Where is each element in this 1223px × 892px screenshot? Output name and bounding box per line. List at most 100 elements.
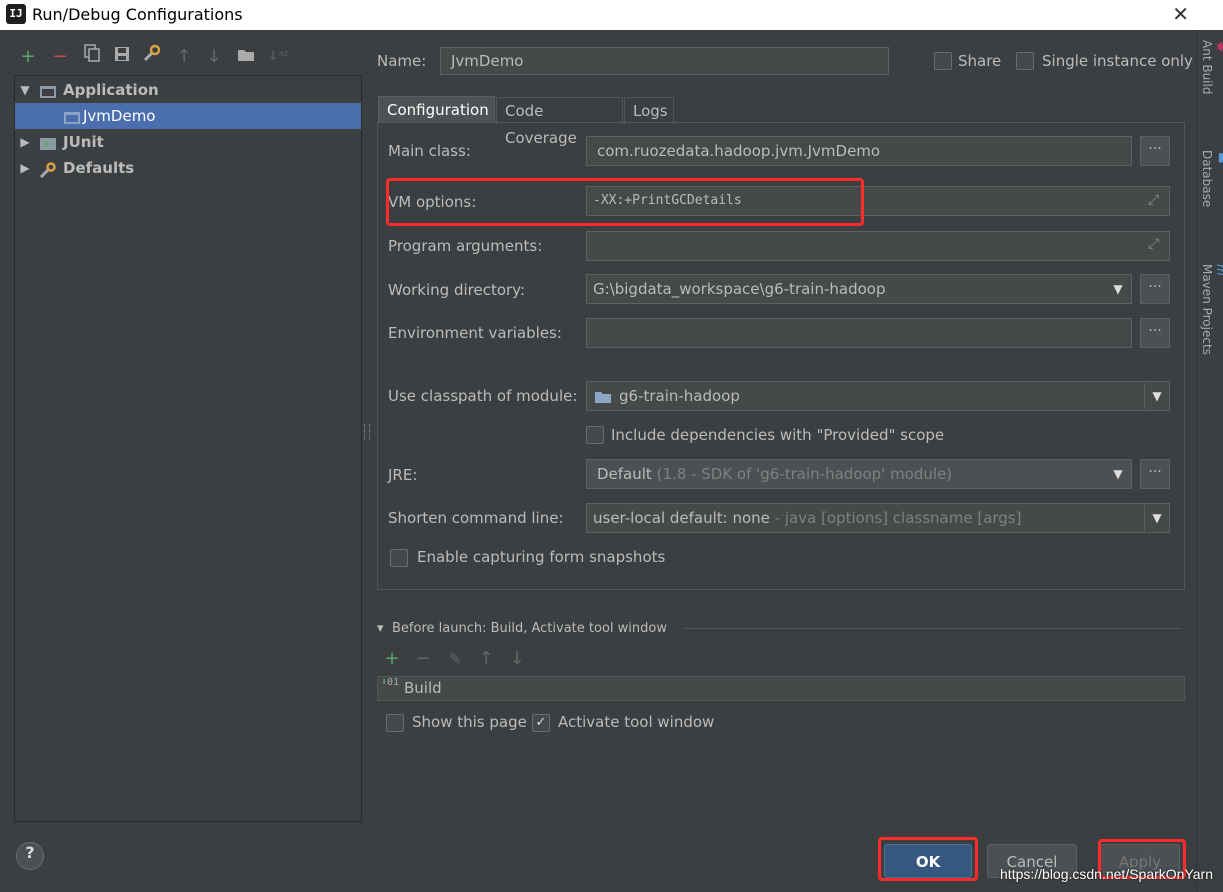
add-icon[interactable]: + [16,44,40,70]
tree-label: JvmDemo [83,107,156,125]
form-snapshots-checkbox[interactable] [390,549,408,567]
intellij-icon: IJ [6,4,26,24]
before-launch-up-icon[interactable]: ↑ [475,648,497,670]
save-icon[interactable] [110,44,134,70]
ant-icon: ✱ [1214,40,1223,54]
tab-configuration[interactable]: Configuration [378,96,495,123]
working-directory-label: Working directory: [388,281,526,299]
program-arguments-expand-icon[interactable]: ⤢ [1148,236,1159,252]
tree-label: Application [63,81,159,99]
maven-projects-tab[interactable]: m Maven Projects [1200,264,1223,355]
wrench-icon [39,160,57,179]
junit-icon [39,134,57,150]
wrench-icon[interactable] [140,44,164,70]
watermark: https://blog.csdn.net/SparkOnYarn [1000,866,1213,882]
environment-variables-input[interactable] [586,318,1132,348]
sort-icon[interactable]: ↓ᵃᶻ [266,44,290,70]
jre-dropdown-icon[interactable]: ▼ [1106,461,1130,487]
before-launch-title: Before launch: Build, Activate tool wind… [392,621,667,636]
include-provided-checkbox[interactable] [586,426,604,444]
main-class-browse-button[interactable]: ... [1140,136,1170,166]
shorten-cmd-hint: - java [options] classname [args] [774,509,1022,527]
config-tree: ▼ Application JvmDemo ▶ JUnit ▶ Defaults [14,75,362,822]
before-launch-add-icon[interactable]: + [381,648,403,670]
before-launch-edit-icon[interactable]: ✎ [444,648,466,670]
shorten-command-line-label: Shorten command line: [388,509,564,527]
include-provided-label: Include dependencies with "Provided" sco… [611,426,945,444]
build-icon: ⬇01 [381,677,400,688]
expand-arrow-icon[interactable]: ▶ [18,129,32,155]
vm-options-label: VM options: [388,193,477,211]
ant-build-label: Ant Build [1200,40,1214,95]
environment-variables-label: Environment variables: [388,324,562,342]
splitter-handle[interactable] [364,424,370,440]
vm-options-input[interactable]: -XX:+PrintGCDetails [586,186,1170,216]
shorten-cmd-value: user-local default: none [593,509,770,527]
jre-browse-button[interactable]: ... [1140,459,1170,489]
maven-projects-label: Maven Projects [1200,264,1214,355]
tab-logs[interactable]: Logs [624,97,674,124]
show-page-label: Show this page [412,713,527,731]
tree-label: JUnit [63,133,104,151]
database-tab[interactable]: ▮ Database [1200,150,1223,207]
before-launch-toggle-icon[interactable]: ▾ [377,621,384,636]
folder-icon[interactable] [234,44,258,70]
single-instance-label: Single instance only [1042,52,1193,70]
expand-arrow-icon[interactable]: ▼ [18,77,32,103]
shorten-command-line-dropdown-icon[interactable]: ▼ [1144,505,1169,531]
name-label: Name: [377,52,427,70]
tab-code-coverage[interactable]: Code Coverage [496,97,623,147]
main-class-input[interactable]: com.ruozedata.hadoop.jvm.JvmDemo [586,136,1132,166]
classpath-module-label: Use classpath of module: [388,387,578,405]
jre-value: Default [597,465,652,483]
tree-label: Defaults [63,159,135,177]
before-launch-divider [684,628,1182,629]
working-directory-dropdown-icon[interactable]: ▼ [1106,276,1130,302]
copy-icon[interactable] [80,44,104,70]
show-page-checkbox[interactable] [386,714,404,732]
share-checkbox[interactable] [934,52,952,70]
tree-item-jvmdemo[interactable]: JvmDemo [15,103,361,129]
shorten-command-line-select[interactable]: user-local default: none - java [options… [586,503,1170,533]
window-title: Run/Debug Configurations [32,5,243,24]
activate-tool-window-checkbox[interactable]: ✓ [532,714,550,732]
before-launch-list: ⬇01 Build [377,676,1185,701]
name-input[interactable]: JvmDemo [440,47,889,75]
move-down-icon[interactable]: ↓ [202,44,226,70]
jre-select[interactable]: Default (1.8 - SDK of 'g6-train-hadoop' … [586,459,1132,489]
move-up-icon[interactable]: ↑ [172,44,196,70]
before-launch-remove-icon[interactable]: − [412,648,434,670]
list-item[interactable]: ⬇01 Build [378,677,1184,700]
close-icon[interactable]: ✕ [1172,2,1189,26]
application-icon [39,82,57,98]
share-label: Share [958,52,1002,70]
main-class-label: Main class: [388,142,471,160]
classpath-module-dropdown-icon[interactable]: ▼ [1144,383,1169,409]
jre-hint: (1.8 - SDK of 'g6-train-hadoop' module) [656,465,953,483]
working-directory-browse-button[interactable]: ... [1140,274,1170,304]
ant-build-tab[interactable]: ✱ Ant Build [1200,40,1223,94]
right-tool-strip: ✱ Ant Build ▮ Database m Maven Projects [1196,30,1223,892]
activate-tool-window-label: Activate tool window [558,713,715,731]
classpath-module-select[interactable]: g6-train-hadoop [586,381,1170,411]
vm-options-expand-icon[interactable]: ⤢ [1148,192,1159,208]
remove-icon[interactable]: − [48,44,72,70]
single-instance-checkbox[interactable] [1016,52,1034,70]
expand-arrow-icon[interactable]: ▶ [18,155,32,181]
module-folder-icon [594,389,612,408]
form-snapshots-label: Enable capturing form snapshots [417,548,666,566]
help-button[interactable]: ? [16,842,44,870]
build-item-label: Build [404,679,442,697]
maven-icon: m [1214,264,1223,276]
working-directory-input[interactable]: G:\bigdata_workspace\g6-train-hadoop [586,274,1132,304]
tree-item-defaults[interactable]: ▶ Defaults [15,155,361,181]
program-arguments-label: Program arguments: [388,237,543,255]
environment-variables-browse-button[interactable]: ... [1140,318,1170,348]
before-launch-down-icon[interactable]: ↓ [506,648,528,670]
tree-item-junit[interactable]: ▶ JUnit [15,129,361,155]
tree-item-application[interactable]: ▼ Application [15,77,361,103]
ok-button[interactable]: OK [884,844,972,878]
application-icon [63,108,81,124]
program-arguments-input[interactable] [586,231,1170,261]
title-bar: IJ Run/Debug Configurations ✕ [0,0,1223,30]
